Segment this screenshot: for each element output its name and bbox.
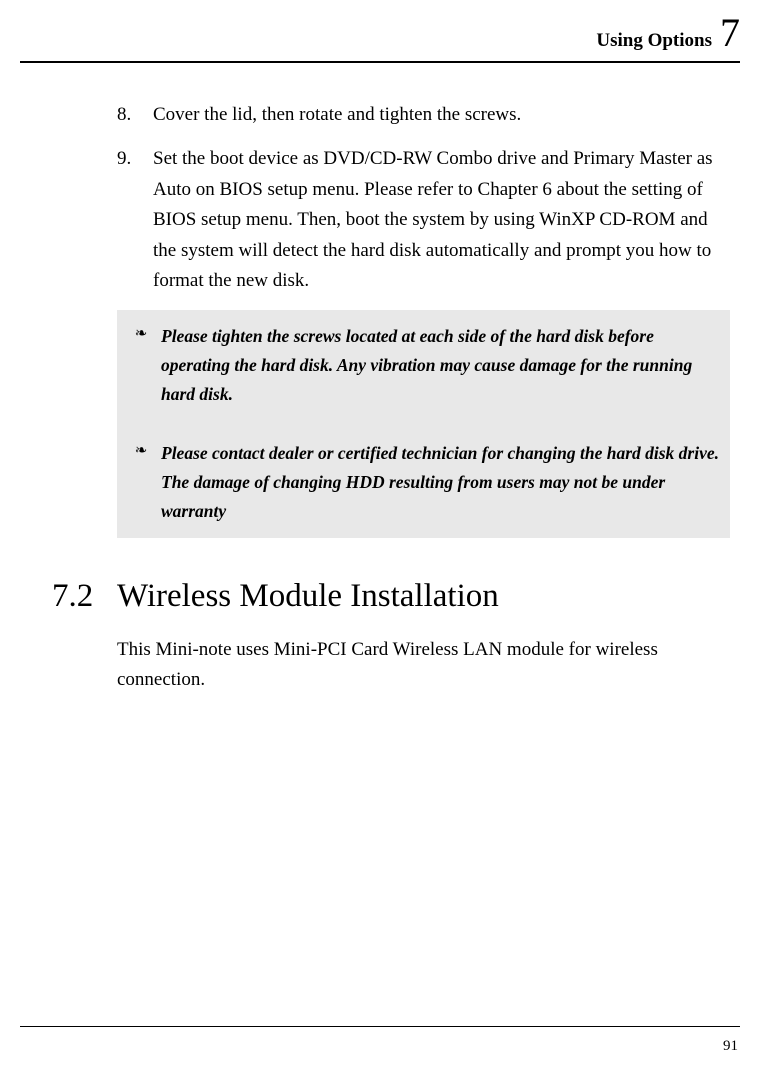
list-number: 9.: [117, 144, 153, 296]
note-text: Please contact dealer or certified techn…: [161, 439, 720, 526]
list-item: 9. Set the boot device as DVD/CD-RW Comb…: [117, 144, 730, 296]
header-title: Using Options: [596, 21, 712, 61]
note-box: ❧ Please tighten the screws located at e…: [117, 310, 730, 537]
footer-rule: [20, 1026, 740, 1027]
list-text: Set the boot device as DVD/CD-RW Combo d…: [153, 144, 730, 296]
note-gap: [117, 415, 730, 433]
note-item: ❧ Please contact dealer or certified tec…: [117, 433, 730, 532]
header-chapter-number: 7: [720, 13, 740, 53]
section-title: Wireless Module Installation: [117, 578, 499, 615]
section-body: This Mini-note uses Mini-PCI Card Wirele…: [117, 635, 730, 696]
page-header: Using Options 7: [20, 13, 740, 63]
list-number: 8.: [117, 100, 153, 130]
section-number: 7.2: [52, 578, 117, 615]
note-text: Please tighten the screws located at eac…: [161, 322, 720, 409]
note-bullet-icon: ❧: [121, 439, 161, 526]
list-text: Cover the lid, then rotate and tighten t…: [153, 100, 521, 130]
list-item: 8. Cover the lid, then rotate and tighte…: [117, 100, 730, 130]
note-item: ❧ Please tighten the screws located at e…: [117, 316, 730, 415]
note-bullet-icon: ❧: [121, 322, 161, 409]
page-content: 8. Cover the lid, then rotate and tighte…: [117, 100, 730, 695]
page-number: 91: [723, 1038, 738, 1055]
section-heading: 7.2 Wireless Module Installation: [52, 578, 730, 615]
